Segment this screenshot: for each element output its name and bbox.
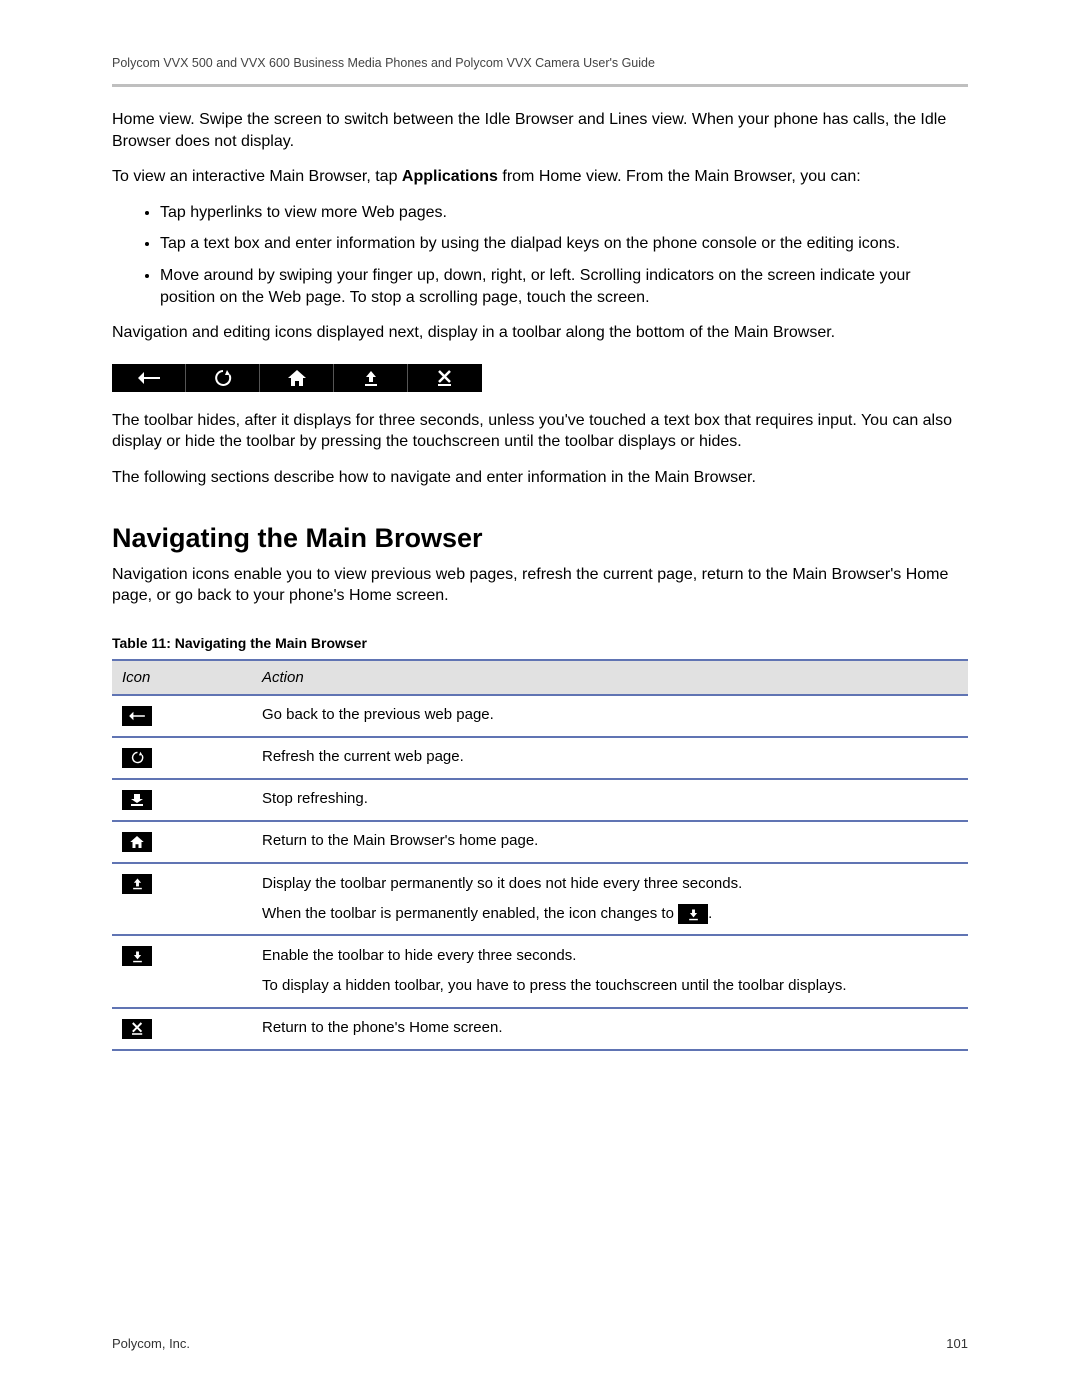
paragraph: Home view. Swipe the screen to switch be… [112,109,968,152]
list-item: Tap hyperlinks to view more Web pages. [160,202,968,224]
table-caption: Table 11: Navigating the Main Browser [112,635,968,651]
list-item: Move around by swiping your finger up, d… [160,265,968,308]
text: . [708,905,712,922]
navigation-table: Icon Action Go back to the previous web … [112,659,968,1051]
action-text: Return to the Main Browser's home page. [252,821,968,863]
table-row: Return to the Main Browser's home page. [112,821,968,863]
table-row: Display the toolbar permanently so it do… [112,863,968,936]
paragraph: Navigation and editing icons displayed n… [112,322,968,344]
table-row: Stop refreshing. [112,779,968,821]
applications-label: Applications [402,168,498,185]
stop-icon [122,790,152,810]
paragraph: To view an interactive Main Browser, tap… [112,166,968,188]
page-footer: Polycom, Inc. 101 [112,1336,968,1351]
action-text: Go back to the previous web page. [252,695,968,737]
list-item: Tap a text box and enter information by … [160,233,968,255]
action-text: To display a hidden toolbar, you have to… [262,976,958,996]
back-icon [112,364,186,392]
text: To view an interactive Main Browser, tap [112,168,402,185]
toolbar-figure [112,364,482,392]
close-icon [122,1019,152,1039]
action-text: Return to the phone's Home screen. [252,1008,968,1050]
action-text: Display the toolbar permanently so it do… [262,874,958,894]
action-text: When the toolbar is permanently enabled,… [262,904,958,924]
column-header-icon: Icon [112,660,252,695]
back-icon [122,706,152,726]
header-divider [112,84,968,87]
close-icon [408,364,482,392]
pin-toolbar-icon [334,364,408,392]
refresh-icon [186,364,260,392]
bullet-list: Tap hyperlinks to view more Web pages. T… [112,202,968,308]
section-heading: Navigating the Main Browser [112,523,968,554]
document-header: Polycom VVX 500 and VVX 600 Business Med… [112,56,968,70]
unpin-toolbar-icon [678,904,708,924]
footer-page-number: 101 [946,1336,968,1351]
action-text: Stop refreshing. [252,779,968,821]
paragraph: The toolbar hides, after it displays for… [112,410,968,453]
text: from Home view. From the Main Browser, y… [498,168,861,185]
unpin-toolbar-icon [122,946,152,966]
table-row: Return to the phone's Home screen. [112,1008,968,1050]
table-row: Refresh the current web page. [112,737,968,779]
paragraph: The following sections describe how to n… [112,467,968,489]
home-icon [122,832,152,852]
refresh-icon [122,748,152,768]
footer-company: Polycom, Inc. [112,1336,190,1351]
home-icon [260,364,334,392]
column-header-action: Action [252,660,968,695]
table-row: Enable the toolbar to hide every three s… [112,935,968,1008]
paragraph: Navigation icons enable you to view prev… [112,564,968,607]
text: When the toolbar is permanently enabled,… [262,905,678,922]
action-text: Refresh the current web page. [252,737,968,779]
action-text: Enable the toolbar to hide every three s… [262,946,958,966]
table-row: Go back to the previous web page. [112,695,968,737]
pin-toolbar-icon [122,874,152,894]
